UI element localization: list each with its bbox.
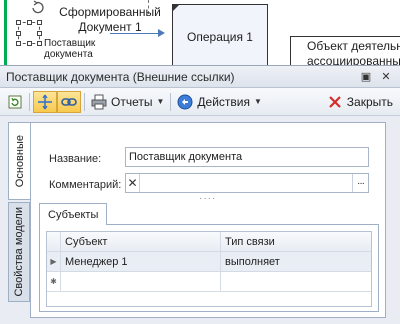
flow-arrow-head <box>158 29 165 37</box>
cell-subject[interactable]: Менеджер 1 <box>61 252 221 271</box>
tab-main[interactable]: Основные <box>8 122 30 200</box>
toolbar-separator <box>84 92 85 111</box>
toolbar-separator <box>29 92 30 111</box>
main-panel: Название: Поставщик документа Комментари… <box>30 122 386 318</box>
new-row-indicator: ✱ <box>47 272 61 291</box>
operation-shape[interactable]: Операция 1 <box>172 4 268 70</box>
tab-subjects[interactable]: Субъекты <box>39 203 108 225</box>
comment-label: Комментарий: <box>49 179 122 191</box>
resize-handle[interactable] <box>37 20 42 25</box>
link-icon <box>61 97 77 106</box>
object-label-line1: Объект деятельно <box>307 39 400 53</box>
actions-label: Действия <box>197 94 250 109</box>
subjects-panel: Субъект Тип связи ▶ Менеджер 1 выполняет… <box>39 224 379 312</box>
resize-handle[interactable] <box>16 41 21 46</box>
reports-menu-button[interactable]: Отчеты ▼ <box>88 91 167 113</box>
supplier-label-line1: Поставщик <box>44 38 96 49</box>
refresh-button[interactable] <box>4 91 26 113</box>
actions-globe-icon <box>177 94 193 109</box>
operation-corner-marker <box>172 4 180 12</box>
document-shape-selected[interactable] <box>16 20 42 46</box>
cell-link-type-new[interactable] <box>221 272 371 291</box>
side-tabs: Основные Свойства модели <box>8 122 30 304</box>
toolbar: Отчеты ▼ Действия ▼ Закрыть <box>0 88 400 116</box>
table-row[interactable]: ▶ Менеджер 1 выполняет <box>47 252 371 272</box>
flow-arrow[interactable] <box>110 33 162 34</box>
actions-menu-button[interactable]: Действия ▼ <box>174 91 265 113</box>
resize-handle[interactable] <box>37 41 42 46</box>
table-header-row: Субъект Тип связи <box>47 232 371 252</box>
printer-icon <box>91 94 107 109</box>
subjects-table: Субъект Тип связи ▶ Менеджер 1 выполняет… <box>46 231 372 307</box>
hierarchy-icon <box>38 94 52 109</box>
tab-main-label: Основные <box>13 134 26 188</box>
cell-subject-new[interactable] <box>61 272 221 291</box>
operation-label: Операция 1 <box>187 30 253 44</box>
name-field[interactable]: Поставщик документа <box>125 147 369 167</box>
comment-more-button[interactable]: ··· <box>352 174 368 192</box>
chevron-down-icon: ▼ <box>156 97 165 106</box>
column-header-subject[interactable]: Субъект <box>61 232 221 251</box>
document-title-line1: Сформированный <box>59 5 161 19</box>
splitter-grip[interactable]: ···· <box>199 193 216 204</box>
cell-link-type[interactable]: выполняет <box>221 252 371 271</box>
chevron-down-icon: ▼ <box>253 97 262 106</box>
tab-model-properties[interactable]: Свойства модели <box>8 202 30 302</box>
new-row[interactable]: ✱ <box>47 272 371 292</box>
close-label: Закрыть <box>346 94 393 109</box>
close-icon <box>329 95 341 108</box>
resize-handle[interactable] <box>16 20 21 25</box>
toolbar-separator <box>170 92 172 111</box>
refresh-document-icon <box>8 95 22 108</box>
reports-label: Отчеты <box>111 94 153 109</box>
row-indicator-header <box>47 232 61 251</box>
column-header-link-type[interactable]: Тип связи <box>221 232 371 251</box>
resize-handle[interactable] <box>27 41 32 46</box>
window-titlebar[interactable]: Поставщик документа (Внешние ссылки) ▣ ✕ <box>0 66 400 88</box>
supplier-link-label[interactable]: Поставщик документа <box>44 38 95 60</box>
hierarchy-toggle[interactable] <box>33 90 57 113</box>
comment-field[interactable]: ✕ ··· <box>125 173 369 193</box>
supplier-label-line2: документа <box>44 49 93 60</box>
window-close-button[interactable]: ✕ <box>378 69 394 85</box>
tab-subjects-label: Субъекты <box>48 208 99 221</box>
current-row-indicator: ▶ <box>47 252 61 271</box>
window-title: Поставщик документа (Внешние ссылки) <box>6 69 235 84</box>
name-value: Поставщик документа <box>129 151 243 163</box>
close-button[interactable]: Закрыть <box>325 91 396 113</box>
resize-handle[interactable] <box>16 31 21 36</box>
name-label: Название: <box>49 153 102 165</box>
links-toggle[interactable] <box>57 90 81 113</box>
pin-button[interactable]: ▣ <box>358 69 374 85</box>
properties-window: Поставщик документа (Внешние ссылки) ▣ ✕ <box>0 65 400 324</box>
resize-handle[interactable] <box>27 20 32 25</box>
process-diagram: Сформированный Документ 1 Поставщик доку… <box>0 0 400 70</box>
clear-comment-button[interactable]: ✕ <box>126 174 140 192</box>
tab-model-properties-label: Свойства модели <box>13 207 25 297</box>
resize-handle[interactable] <box>37 31 42 36</box>
swimlane-border <box>4 0 7 70</box>
